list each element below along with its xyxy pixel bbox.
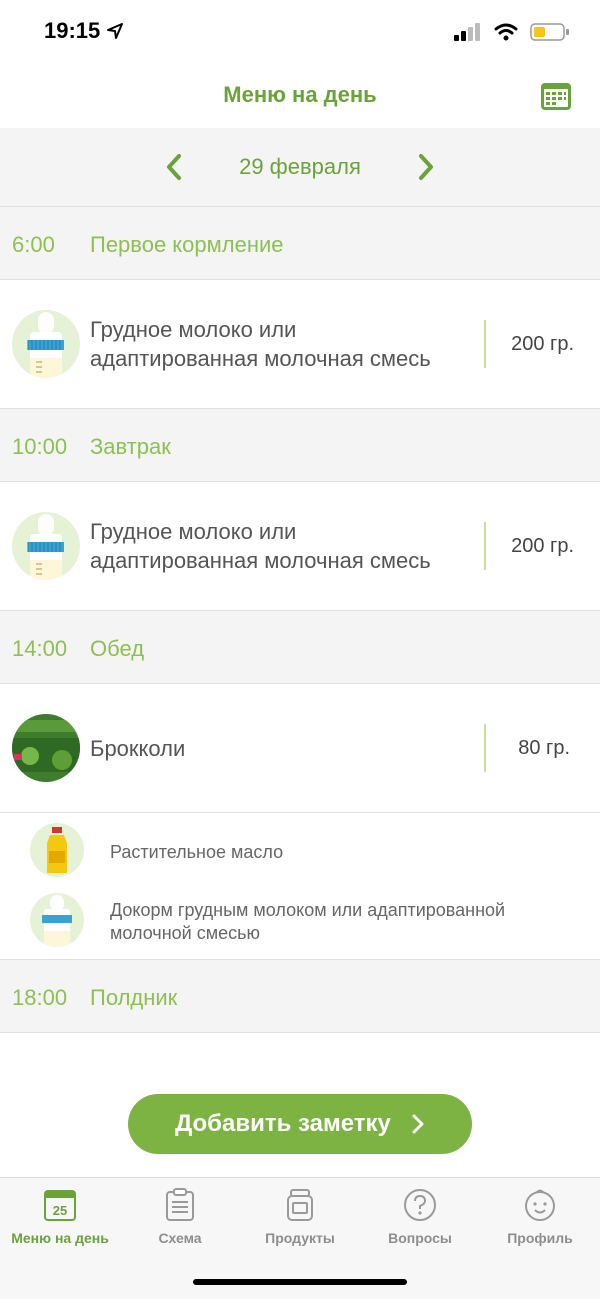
oil-bottle-icon — [30, 823, 84, 877]
food-name: Брокколи — [90, 736, 186, 761]
nav-header: Меню на день — [0, 66, 600, 128]
meal-time: 18:00 — [12, 985, 68, 1010]
baby-bottle-icon — [30, 893, 84, 947]
meal-header: 6:00 Первое кормление — [0, 207, 600, 280]
add-note-label: Добавить заметку — [175, 1110, 391, 1137]
divider — [484, 320, 486, 368]
calendar-day-icon: 25 — [44, 1190, 76, 1221]
food-amount: 200 гр. — [511, 535, 574, 557]
calendar-icon[interactable] — [540, 80, 572, 112]
tab-menu-day[interactable]: 25 Меню на день — [0, 1188, 120, 1246]
wifi-icon — [494, 23, 518, 41]
addon-item[interactable]: Докорм грудным молоком или адаптированно… — [0, 885, 600, 959]
tab-questions[interactable]: Вопросы — [360, 1188, 480, 1246]
baby-bottle-icon — [12, 310, 80, 378]
broccoli-jar-icon — [12, 714, 80, 782]
tab-products[interactable]: Продукты — [240, 1188, 360, 1246]
food-item[interactable]: Грудное молоко или адаптированная молочн… — [0, 482, 600, 611]
divider — [484, 522, 486, 570]
addon-item[interactable]: Растительное масло — [0, 813, 600, 885]
food-item[interactable]: Брокколи 80 гр. — [0, 684, 600, 813]
chevron-right-icon — [412, 1114, 424, 1134]
add-note-button[interactable]: Добавить заметку — [128, 1094, 472, 1154]
meal-time: 6:00 — [12, 232, 55, 257]
food-name: Грудное молоко или адаптированная молочн… — [90, 519, 431, 573]
tab-label: Вопросы — [388, 1230, 452, 1246]
food-amount: 200 гр. — [511, 333, 574, 355]
jar-icon — [287, 1189, 313, 1221]
divider — [484, 724, 486, 772]
home-indicator[interactable] — [193, 1279, 407, 1285]
tab-label: Профиль — [507, 1230, 573, 1246]
meal-list[interactable]: 6:00 Первое кормление Грудное молоко или… — [0, 207, 600, 1177]
tab-label: Меню на день — [11, 1230, 109, 1246]
question-icon — [404, 1189, 436, 1221]
meal-time: 10:00 — [12, 434, 68, 459]
status-time: 19:15 — [44, 18, 101, 43]
chevron-right-icon[interactable] — [414, 152, 438, 182]
tab-label: Продукты — [265, 1230, 335, 1246]
page-title: Меню на день — [223, 82, 377, 107]
addon-name: Растительное масло — [110, 842, 284, 862]
meal-name: Обед — [90, 636, 145, 661]
baby-bottle-icon — [12, 512, 80, 580]
meal-name: Первое кормление — [90, 232, 284, 257]
tab-scheme[interactable]: Схема — [120, 1188, 240, 1246]
food-item[interactable]: Грудное молоко или адаптированная молочн… — [0, 280, 600, 409]
meal-header: 14:00 Обед — [0, 611, 600, 684]
meal-header: 18:00 Полдник — [0, 959, 600, 1033]
date-navigator: 29 февраля — [0, 128, 600, 207]
location-arrow-icon — [107, 23, 123, 39]
cellular-signal-icon — [454, 23, 480, 41]
battery-icon — [530, 23, 569, 41]
tab-label: Схема — [158, 1230, 202, 1246]
status-icons — [454, 22, 570, 42]
status-bar: 19:15 — [0, 0, 600, 66]
addon-name: Докорм грудным молоком или адаптированно… — [110, 900, 506, 943]
meal-header: 10:00 Завтрак — [0, 409, 600, 482]
meal-name: Завтрак — [90, 434, 171, 459]
calendar-day-number: 25 — [53, 1203, 67, 1218]
meal-time: 14:00 — [12, 636, 68, 661]
tab-profile[interactable]: Профиль — [480, 1188, 600, 1246]
meal-name: Полдник — [90, 985, 178, 1010]
clipboard-icon — [166, 1188, 194, 1221]
food-amount: 80 гр. — [518, 737, 570, 759]
current-date: 29 февраля — [239, 154, 361, 179]
baby-face-icon — [525, 1189, 555, 1221]
food-name: Грудное молоко или адаптированная молочн… — [90, 317, 431, 371]
